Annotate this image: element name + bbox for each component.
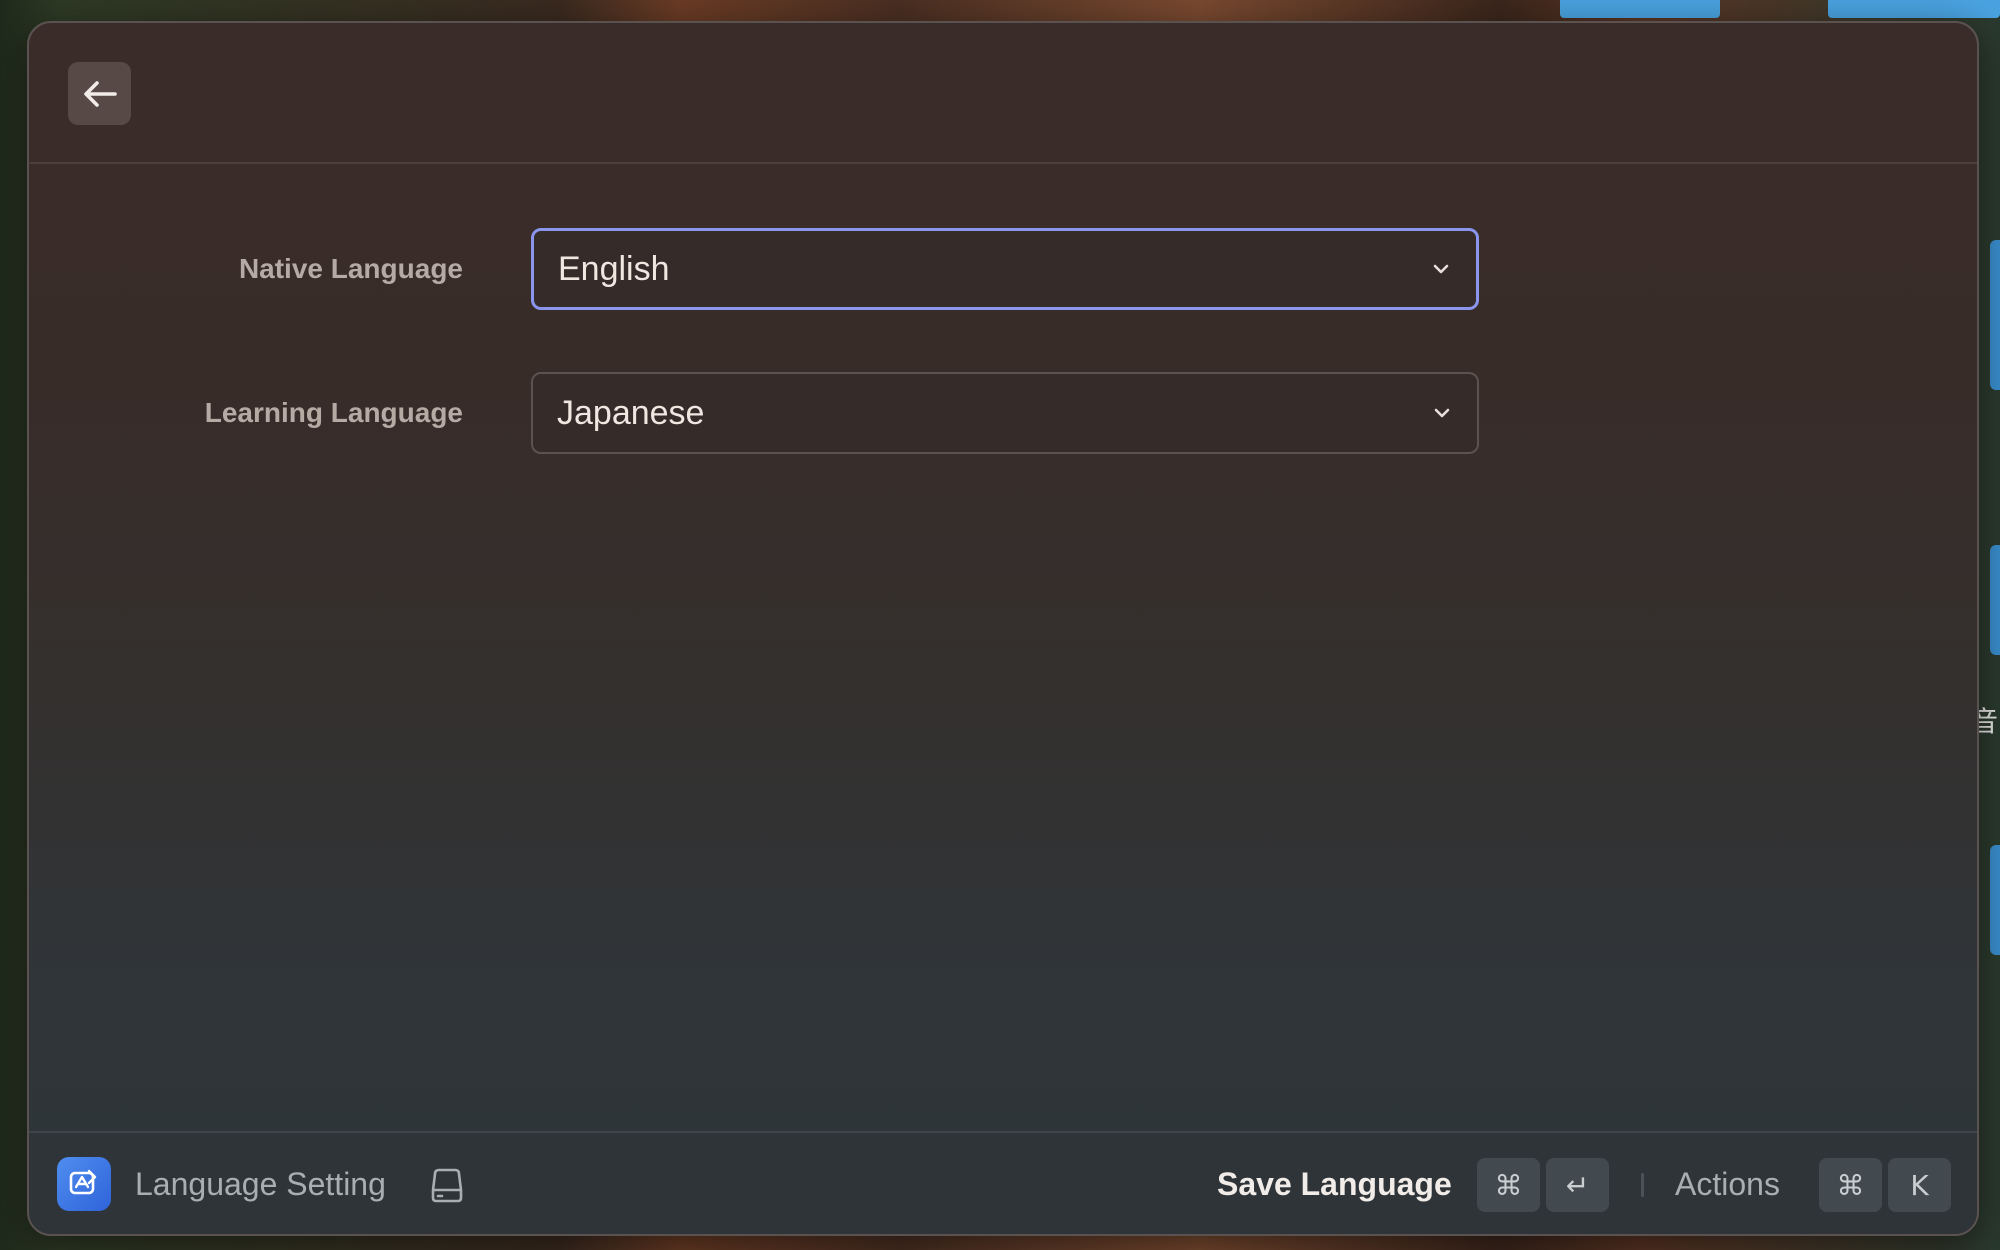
- command-key-icon: ⌘: [1819, 1158, 1882, 1212]
- chevron-down-icon: [1433, 264, 1449, 274]
- native-language-label: Native Language: [238, 253, 463, 284]
- back-button[interactable]: [68, 62, 131, 125]
- language-setting-window: Native Language English Learning Languag…: [27, 21, 1979, 1236]
- drive-icon: [431, 1168, 463, 1203]
- footer-bar: Language Setting Save Language ⌘ ↵ Actio…: [29, 1131, 1977, 1234]
- footer-title: Language Setting: [135, 1166, 386, 1202]
- learning-language-select[interactable]: Japanese: [531, 372, 1479, 454]
- desktop-window-tile: [1560, 0, 1720, 18]
- header-bar: [29, 23, 1977, 164]
- learning-language-value: Japanese: [557, 393, 705, 432]
- learning-language-label: Learning Language: [204, 397, 463, 428]
- desktop-edge-tab: [1990, 545, 2000, 655]
- desktop-window-tile: [1828, 0, 2000, 18]
- translate-glyph-icon: [69, 1169, 97, 1195]
- desktop-edge-tab: [1990, 240, 2000, 390]
- translate-app-icon: [57, 1157, 111, 1211]
- command-key-icon: ⌘: [1477, 1158, 1540, 1212]
- desktop-edge-tab: [1990, 845, 2000, 955]
- actions-button[interactable]: Actions: [1675, 1133, 1780, 1234]
- return-key-icon: ↵: [1546, 1158, 1609, 1212]
- native-language-row: Native Language English: [29, 228, 1977, 310]
- native-language-select[interactable]: English: [531, 228, 1479, 310]
- chevron-down-icon: [1434, 408, 1450, 418]
- footer-divider: [1641, 1173, 1644, 1197]
- save-language-button[interactable]: Save Language: [1217, 1133, 1452, 1234]
- k-key-icon: K: [1888, 1158, 1951, 1212]
- arrow-left-icon: [83, 80, 117, 107]
- learning-language-row: Learning Language Japanese: [29, 372, 1977, 454]
- native-language-value: English: [558, 249, 670, 288]
